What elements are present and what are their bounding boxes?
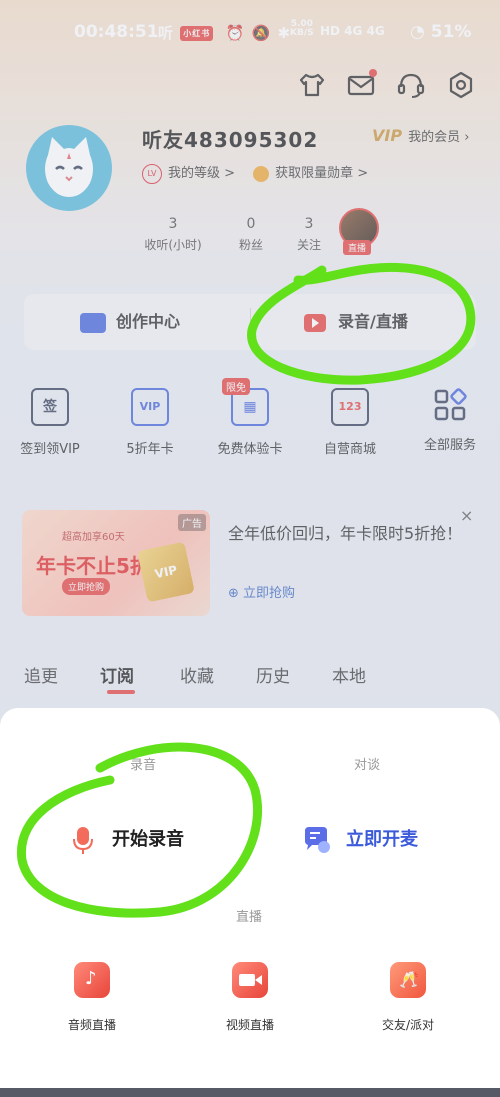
navigation-bar (0, 1088, 500, 1097)
video-live-option[interactable]: 视频直播 (195, 962, 305, 1033)
party-live-option[interactable]: 🥂 交友/派对 (353, 962, 463, 1033)
section-record-label: 录音 (130, 758, 157, 773)
microphone-icon (68, 825, 98, 855)
audio-live-option[interactable]: ♪ 音频直播 (37, 962, 147, 1033)
start-recording-button[interactable]: 开始录音 (68, 822, 184, 858)
audio-live-icon: ♪ (74, 962, 110, 998)
video-live-icon (232, 962, 268, 998)
chat-bubble-icon (302, 825, 332, 855)
section-live-label: 直播 (236, 910, 263, 925)
section-chat-label: 对谈 (354, 758, 381, 773)
open-mic-button[interactable]: 立即开麦 (302, 822, 418, 858)
party-live-icon: 🥂 (390, 962, 426, 998)
